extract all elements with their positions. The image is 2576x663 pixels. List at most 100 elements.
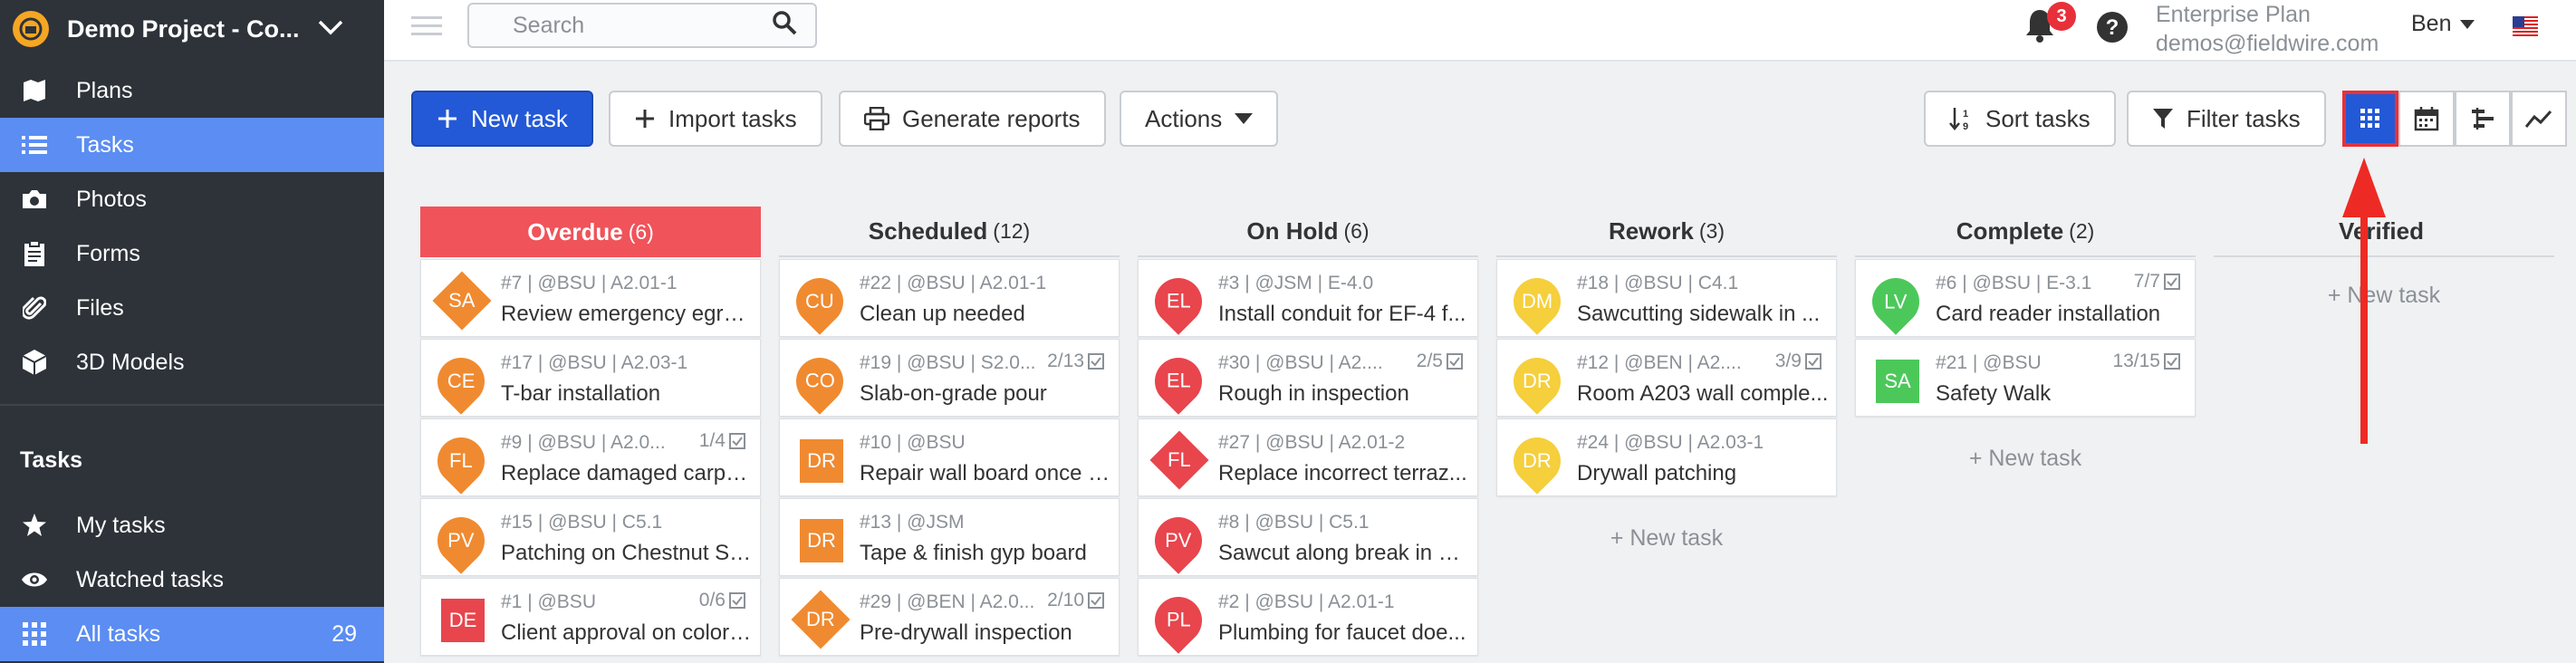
task-card[interactable]: EL #30 | @BSU | A2.... Rough in inspection… <box>1138 339 1478 417</box>
task-card[interactable]: LV #6 | @BSU | E-3.1 Card reader installat… <box>1855 259 2196 337</box>
sidebar-item-watched-tasks[interactable]: Watched tasks <box>0 552 384 607</box>
column-name: Rework <box>1608 216 1694 245</box>
task-initials: DR <box>807 449 836 472</box>
column-name: Complete <box>1956 216 2064 245</box>
eye-icon <box>20 565 49 594</box>
notification-badge: 3 <box>2047 2 2076 31</box>
task-card[interactable]: FL #27 | @BSU | A2.01-2 Replace incorrect … <box>1138 418 1478 496</box>
search-icon[interactable] <box>772 10 797 42</box>
checkbox-icon <box>2164 274 2180 290</box>
clipboard-icon <box>20 239 49 268</box>
svg-text:9: 9 <box>1963 121 1968 131</box>
checkbox-icon <box>1447 353 1463 370</box>
analytics-view-button[interactable] <box>2511 91 2567 147</box>
filter-tasks-button[interactable]: Filter tasks <box>2127 91 2326 147</box>
task-initials: FL <box>449 449 473 472</box>
task-meta: #17 | @BSU | A2.03-1 <box>501 352 688 373</box>
task-card[interactable]: FL #9 | @BSU | A2.0... Replace damaged car… <box>420 418 761 496</box>
sort-tasks-button[interactable]: 19 Sort tasks <box>1924 91 2116 147</box>
task-title: Rough in inspection <box>1218 381 1409 406</box>
task-card[interactable]: PV #8 | @BSU | C5.1 Sawcut along break in … <box>1138 498 1478 576</box>
task-card[interactable]: CU #22 | @BSU | A2.01-1 Clean up needed <box>779 259 1120 337</box>
task-title: Room A203 wall comple... <box>1577 381 1829 406</box>
task-card[interactable]: CE #17 | @BSU | A2.03-1 T-bar installation <box>420 339 761 417</box>
checkbox-icon <box>1088 592 1104 609</box>
column-header[interactable]: Scheduled (12) <box>779 207 1120 257</box>
task-card[interactable]: DR #13 | @JSM Tape & finish gyp board <box>779 498 1120 576</box>
column-header[interactable]: On Hold (6) <box>1138 207 1478 257</box>
task-card[interactable]: EL #3 | @JSM | E-4.0 Install conduit for E… <box>1138 259 1478 337</box>
top-bar: Search 3 ? Enterprise Plan demos@fieldwi… <box>384 0 2576 62</box>
checklist-count: 2/5 <box>1416 351 1443 371</box>
task-card[interactable]: DR #29 | @BEN | A2.0... Pre-drywall inspec… <box>779 578 1120 656</box>
all-tasks-count: 29 <box>332 620 357 647</box>
grid-icon <box>2360 109 2379 128</box>
hamburger-menu-icon[interactable] <box>411 14 442 43</box>
us-flag-icon[interactable] <box>2513 16 2538 36</box>
chevron-down-icon[interactable] <box>317 18 344 41</box>
sidebar-item-3d-models[interactable]: 3D Models <box>0 335 384 389</box>
user-name: Ben <box>2411 11 2452 36</box>
calendar-view-button[interactable] <box>2398 91 2455 147</box>
checklist-progress: 0/6 <box>699 590 745 611</box>
task-card[interactable]: SA #21 | @BSU Safety Walk 13/15 <box>1855 339 2196 417</box>
task-card[interactable]: PV #15 | @BSU | C5.1 Patching on Chestnut … <box>420 498 761 576</box>
task-status-avatar: DR <box>800 519 843 562</box>
search-input[interactable]: Search <box>467 3 817 48</box>
gantt-view-button[interactable] <box>2455 91 2511 147</box>
task-status-avatar: CU <box>786 268 853 335</box>
sidebar-item-forms[interactable]: Forms <box>0 226 384 281</box>
task-card[interactable]: DR #10 | @BSU Repair wall board once t... <box>779 418 1120 496</box>
task-card[interactable]: DR #24 | @BSU | A2.03-1 Drywall patching <box>1496 418 1837 496</box>
cube-icon <box>20 348 49 377</box>
sidebar-item-files[interactable]: Files <box>0 281 384 335</box>
board-view-button[interactable] <box>2342 91 2398 147</box>
column-header[interactable]: Overdue (6) <box>420 207 761 257</box>
generate-reports-button[interactable]: Generate reports <box>839 91 1106 147</box>
task-card[interactable]: DE #1 | @BSU Client approval on color ... 0… <box>420 578 761 656</box>
actions-dropdown[interactable]: Actions <box>1120 91 1279 147</box>
task-card[interactable]: DM #18 | @BSU | C4.1 Sawcutting sidewalk i… <box>1496 259 1837 337</box>
camera-icon <box>20 185 49 214</box>
column-header[interactable]: Complete (2) <box>1855 207 2196 257</box>
help-icon[interactable]: ? <box>2096 11 2129 48</box>
task-meta: #7 | @BSU | A2.01-1 <box>501 273 678 293</box>
task-card[interactable]: SA #7 | @BSU | A2.01-1 Review emergency eg… <box>420 259 761 337</box>
task-initials: PV <box>447 529 475 552</box>
new-task-link[interactable]: + New task <box>1496 525 1837 552</box>
sidebar-item-photos[interactable]: Photos <box>0 172 384 226</box>
sidebar-item-my-tasks[interactable]: My tasks <box>0 498 384 552</box>
task-card[interactable]: CO #19 | @BSU | S2.0... Slab-on-grade pour… <box>779 339 1120 417</box>
import-tasks-button[interactable]: Import tasks <box>609 91 822 147</box>
red-arrow-annotation <box>2342 158 2386 444</box>
task-card[interactable]: DR #12 | @BEN | A2.... Room A203 wall comp… <box>1496 339 1837 417</box>
task-meta: #15 | @BSU | C5.1 <box>501 512 663 533</box>
task-title: Sawcutting sidewalk in ... <box>1577 302 1821 326</box>
column-header[interactable]: Rework (3) <box>1496 207 1837 257</box>
sidebar-item-all-tasks[interactable]: All tasks 29 <box>0 607 384 661</box>
actions-label: Actions <box>1145 104 1223 132</box>
checklist-progress: 13/15 <box>2112 351 2180 372</box>
checkbox-icon <box>1805 353 1821 370</box>
task-meta: #13 | @JSM <box>860 512 965 533</box>
task-initials: PL <box>1166 609 1191 632</box>
task-card[interactable]: PL #2 | @BSU | A2.01-1 Plumbing for faucet… <box>1138 578 1478 656</box>
sidebar-item-label: Files <box>76 294 124 321</box>
sidebar-item-plans[interactable]: Plans <box>0 63 384 118</box>
new-task-button[interactable]: New task <box>411 91 593 147</box>
grid-icon <box>20 620 49 649</box>
new-task-link[interactable]: + New task <box>1855 446 2196 472</box>
new-task-label: New task <box>471 104 568 132</box>
task-initials: FL <box>1168 448 1191 471</box>
sidebar-item-tasks[interactable]: Tasks <box>0 118 384 172</box>
checklist-progress: 1/4 <box>699 430 745 452</box>
task-status-avatar: PV <box>1145 507 1212 574</box>
task-status-avatar: FL <box>428 428 495 495</box>
account-info: Enterprise Plan demos@fieldwire.com <box>2156 0 2379 58</box>
user-menu[interactable]: Ben <box>2411 11 2475 37</box>
project-header[interactable]: Demo Project - Co... <box>0 0 384 58</box>
column-count: (3) <box>1698 218 1725 243</box>
printer-icon <box>864 107 889 130</box>
checkbox-icon <box>1088 353 1104 370</box>
task-initials: DR <box>1523 370 1552 392</box>
